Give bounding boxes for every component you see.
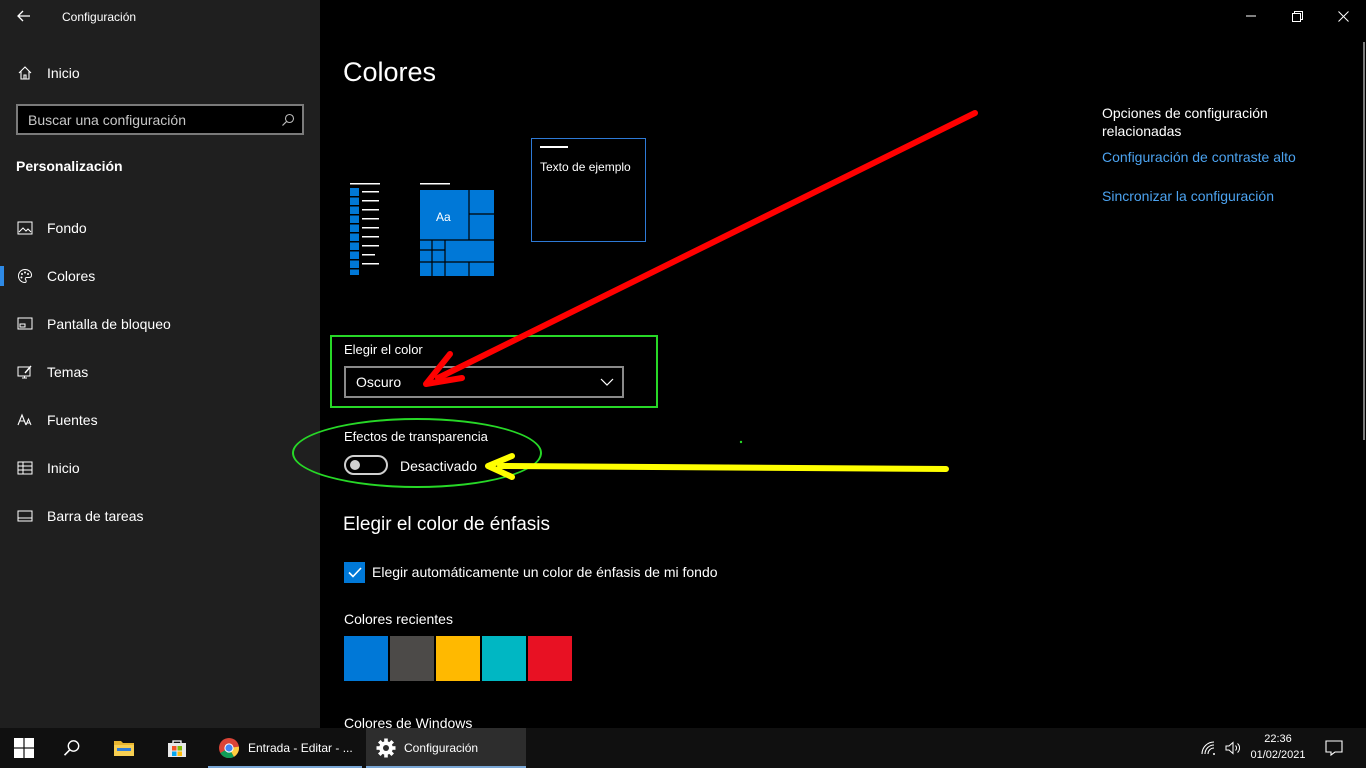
- color-swatch[interactable]: [482, 636, 526, 681]
- chevron-down-icon: [600, 378, 614, 386]
- preview-sample-text: Texto de ejemplo: [540, 160, 631, 174]
- sidebar: Configuración Inicio Buscar una configur…: [0, 0, 320, 728]
- notifications-button[interactable]: [1316, 728, 1352, 768]
- sidebar-item-label: Fondo: [47, 220, 87, 236]
- clock-date: 01/02/2021: [1250, 749, 1306, 761]
- section-title: Personalización: [16, 158, 123, 174]
- notification-icon: [1325, 740, 1343, 756]
- preview-text-window: Texto de ejemplo: [531, 138, 646, 242]
- taskbar-app-label: Configuración: [404, 741, 479, 755]
- sidebar-item-label: Barra de tareas: [47, 508, 144, 524]
- sidebar-item-pantalla-bloqueo[interactable]: Pantalla de bloqueo: [0, 300, 320, 348]
- preview-start-tiles: Aa: [420, 183, 496, 276]
- link-high-contrast[interactable]: Configuración de contraste alto: [1102, 149, 1296, 165]
- search-placeholder: Buscar una configuración: [28, 111, 186, 128]
- sidebar-home[interactable]: Inicio: [16, 62, 80, 84]
- preview-app-list: [350, 183, 380, 275]
- restore-icon: [1291, 10, 1303, 22]
- checkmark-icon: [347, 567, 362, 578]
- page-title: Colores: [343, 57, 437, 87]
- transparency-state: Desactivado: [400, 458, 478, 474]
- annotation-green-dot: [739, 440, 743, 444]
- minimize-button[interactable]: [1228, 0, 1274, 32]
- file-explorer-button[interactable]: [100, 728, 148, 768]
- color-swatch[interactable]: [344, 636, 388, 681]
- scrollbar[interactable]: [1363, 42, 1365, 440]
- palette-icon: [16, 268, 33, 285]
- sidebar-item-label: Fuentes: [47, 412, 98, 428]
- clock-time: 22:36: [1264, 733, 1292, 745]
- sidebar-item-label: Colores: [47, 268, 96, 284]
- sidebar-item-fondo[interactable]: Fondo: [0, 204, 320, 252]
- color-swatch[interactable]: [436, 636, 480, 681]
- accent-section-title: Elegir el color de énfasis: [343, 514, 550, 535]
- sidebar-item-label: Pantalla de bloqueo: [47, 316, 171, 332]
- window-title: Configuración: [62, 10, 137, 24]
- taskbar-app-chrome[interactable]: Entrada - Editar - ...: [208, 728, 362, 768]
- sidebar-item-barra-tareas[interactable]: Barra de tareas: [0, 492, 320, 540]
- sidebar-item-temas[interactable]: Temas: [0, 348, 320, 396]
- image-icon: [16, 220, 33, 237]
- recent-colors-title: Colores recientes: [344, 611, 453, 627]
- color-mode-dropdown[interactable]: Oscuro: [344, 366, 624, 398]
- preview-title-bar: [540, 146, 568, 148]
- sidebar-home-label: Inicio: [47, 65, 80, 81]
- search-icon: [63, 740, 80, 756]
- toggle-knob: [350, 460, 360, 470]
- link-sync-settings[interactable]: Sincronizar la configuración: [1102, 188, 1274, 204]
- transparency-label: Efectos de transparencia: [344, 429, 488, 444]
- taskbar-search-button[interactable]: [48, 728, 96, 768]
- annotation-yellow-arrow: [485, 453, 949, 480]
- minimize-icon: [1246, 15, 1256, 17]
- start-button[interactable]: [0, 728, 48, 768]
- close-button[interactable]: [1320, 0, 1366, 32]
- sidebar-nav: Fondo Colores Pantalla de bloqueo Temas …: [0, 204, 320, 540]
- transparency-toggle[interactable]: [344, 455, 388, 475]
- sidebar-item-label: Inicio: [47, 460, 80, 476]
- themes-icon: [16, 364, 33, 381]
- network-button[interactable]: [1196, 728, 1220, 768]
- folder-icon: [114, 741, 134, 756]
- restore-button[interactable]: [1274, 0, 1320, 32]
- start-icon: [16, 460, 33, 477]
- preview-tile-text: Aa: [436, 210, 451, 224]
- volume-button[interactable]: [1222, 728, 1244, 768]
- sidebar-item-fuentes[interactable]: Fuentes: [0, 396, 320, 444]
- taskbar-app-label: Entrada - Editar - ...: [248, 741, 353, 755]
- taskbar-app-settings[interactable]: Configuración: [366, 728, 526, 768]
- home-icon: [16, 65, 33, 82]
- taskbar-icon: [16, 508, 33, 525]
- chrome-icon: [219, 738, 240, 759]
- fonts-icon: [16, 412, 33, 429]
- store-icon: [168, 740, 186, 757]
- windows-logo-icon: [14, 738, 34, 758]
- settings-icon: [376, 738, 396, 758]
- back-arrow-icon: [17, 10, 30, 22]
- lock-screen-icon: [16, 316, 33, 333]
- volume-icon: [1225, 741, 1240, 755]
- taskbar: Entrada - Editar - ... Configuración 22:…: [0, 728, 1366, 768]
- back-button[interactable]: [10, 4, 38, 28]
- choose-color-label: Elegir el color: [344, 342, 423, 357]
- auto-accent-label: Elegir automáticamente un color de énfas…: [372, 564, 718, 580]
- sidebar-item-inicio[interactable]: Inicio: [0, 444, 320, 492]
- sidebar-item-label: Temas: [47, 364, 89, 380]
- color-swatch[interactable]: [528, 636, 572, 681]
- search-input[interactable]: Buscar una configuración: [16, 104, 304, 135]
- sidebar-item-colores[interactable]: Colores: [0, 252, 320, 300]
- auto-accent-checkbox[interactable]: [344, 562, 365, 583]
- wifi-icon: [1201, 741, 1215, 755]
- related-settings-title: Opciones de configuración relacionadas: [1102, 105, 1268, 139]
- color-swatch[interactable]: [390, 636, 434, 681]
- search-icon[interactable]: [274, 113, 302, 127]
- recent-colors: [344, 636, 572, 681]
- store-button[interactable]: [153, 728, 201, 768]
- system-clock[interactable]: 22:36 01/02/2021: [1246, 731, 1310, 763]
- close-icon: [1337, 10, 1349, 22]
- dropdown-value: Oscuro: [356, 374, 402, 390]
